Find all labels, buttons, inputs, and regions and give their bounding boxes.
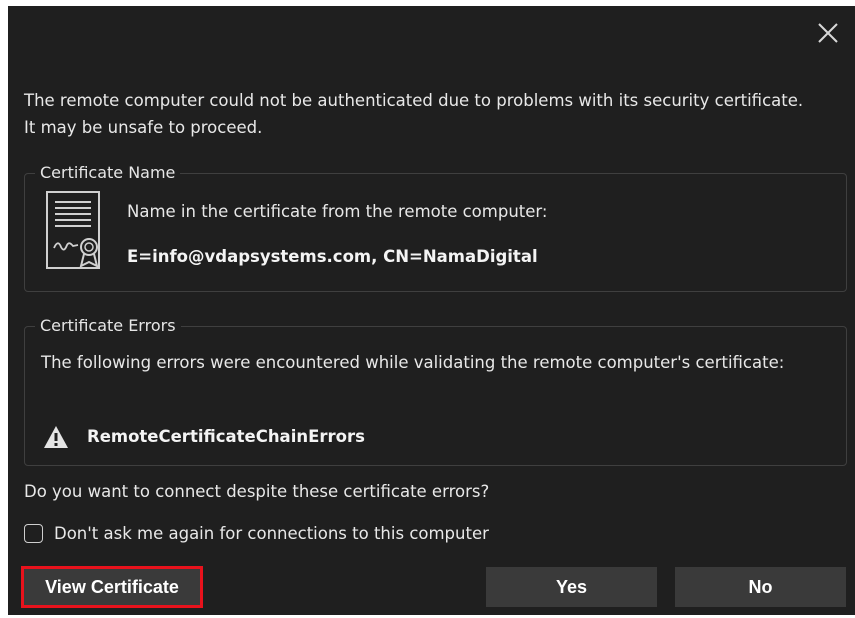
certificate-name-legend: Certificate Name xyxy=(35,162,181,184)
close-icon xyxy=(818,23,838,43)
yes-button[interactable]: Yes xyxy=(486,567,657,607)
intro-message: The remote computer could not be authent… xyxy=(24,91,804,137)
dont-ask-again-label[interactable]: Don't ask me again for connections to th… xyxy=(54,524,489,543)
certificate-name-description: Name in the certificate from the remote … xyxy=(127,202,548,221)
no-button[interactable]: No xyxy=(675,567,846,607)
certificate-error-value: RemoteCertificateChainErrors xyxy=(87,427,365,446)
certificate-errors-legend: Certificate Errors xyxy=(35,315,181,337)
certificate-warning-dialog: The remote computer could not be authent… xyxy=(8,6,855,615)
dont-ask-again-checkbox-row[interactable]: Don't ask me again for connections to th… xyxy=(24,524,489,543)
certificate-icon xyxy=(46,191,100,269)
dont-ask-again-checkbox[interactable] xyxy=(24,524,43,543)
certificate-errors-group: Certificate Errors The following errors … xyxy=(24,315,847,466)
certificate-name-value: E=info@vdapsystems.com, CN=NamaDigital xyxy=(127,247,538,266)
certificate-errors-description: The following errors were encountered wh… xyxy=(41,353,785,372)
view-certificate-button[interactable]: View Certificate xyxy=(21,566,203,608)
close-button[interactable] xyxy=(811,16,845,50)
warning-icon xyxy=(44,426,68,448)
certificate-name-group: Certificate Name Name in the certificate… xyxy=(24,162,847,292)
connect-question: Do you want to connect despite these cer… xyxy=(24,482,490,501)
